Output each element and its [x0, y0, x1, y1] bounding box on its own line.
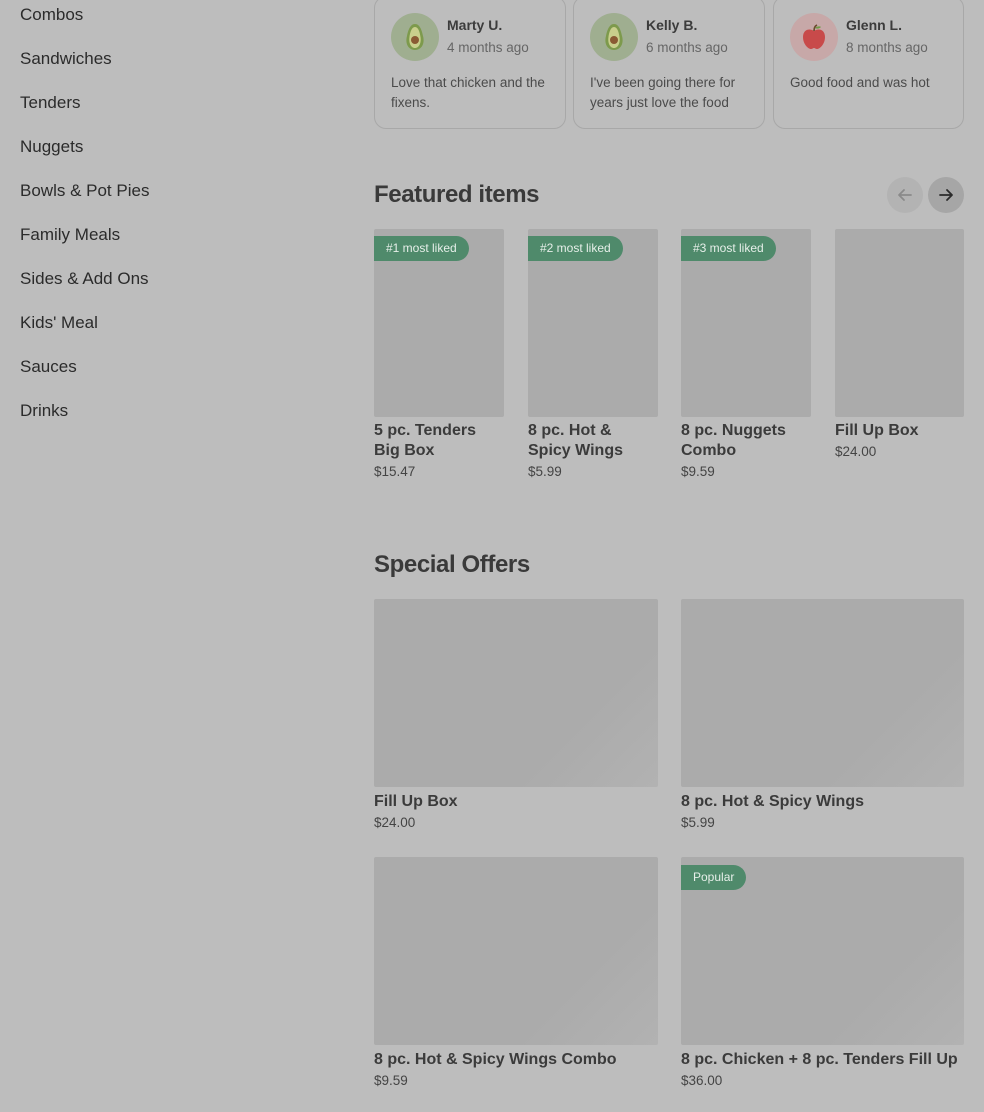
popular-badge: Popular	[681, 865, 747, 890]
review-text: Love that chicken and the fixens.	[391, 75, 545, 110]
item-price: $36.00	[681, 1073, 723, 1088]
reviewer-name: Glenn L.	[846, 17, 902, 33]
sidebar-item-sauces[interactable]: Sauces	[20, 357, 77, 377]
review-time: 4 months ago	[447, 40, 529, 55]
carousel-next-button[interactable]	[928, 177, 964, 213]
sidebar-item-drinks[interactable]: Drinks	[20, 401, 68, 421]
offer-item-card[interactable]: 8 pc. Hot & Spicy Wings Combo $9.59	[374, 857, 658, 1088]
apple-icon	[790, 13, 838, 61]
item-image	[374, 857, 658, 1045]
item-price: $9.59	[681, 464, 715, 479]
sidebar-item-sandwiches[interactable]: Sandwiches	[20, 49, 112, 69]
item-name: Fill Up Box	[835, 422, 919, 439]
featured-item-card[interactable]: #3 most liked 8 pc. Nuggets Combo $9.59	[681, 229, 811, 479]
sidebar-item-tenders[interactable]: Tenders	[20, 93, 80, 113]
item-image	[374, 599, 658, 787]
reviewer-name: Marty U.	[447, 17, 503, 33]
special-offers-title: Special Offers	[374, 551, 530, 578]
avocado-icon	[590, 13, 638, 61]
item-name: Fill Up Box	[374, 793, 458, 810]
review-text: I've been going there for years just lov…	[590, 75, 736, 110]
rank-badge: #3 most liked	[681, 236, 776, 261]
review-time: 6 months ago	[646, 40, 728, 55]
item-name: 8 pc. Chicken + 8 pc. Tenders Fill Up	[681, 1051, 958, 1068]
item-price: $9.59	[374, 1073, 408, 1088]
item-price: $5.99	[528, 464, 562, 479]
item-price: $24.00	[374, 815, 416, 830]
sidebar-item-sides-add-ons[interactable]: Sides & Add Ons	[20, 269, 149, 289]
review-time: 8 months ago	[846, 40, 928, 55]
review-card[interactable]: Glenn L. 8 months ago Good food and was …	[773, 0, 964, 129]
reviewer-name: Kelly B.	[646, 17, 698, 33]
arrow-left-icon	[898, 189, 912, 201]
sidebar-item-bowls-pot-pies[interactable]: Bowls & Pot Pies	[20, 181, 149, 201]
item-name: 5 pc. Tenders Big Box	[374, 422, 476, 459]
item-image	[681, 599, 964, 787]
category-sidebar: Combos Sandwiches Tenders Nuggets Bowls …	[0, 0, 340, 1112]
arrow-right-icon	[939, 189, 953, 201]
item-name: 8 pc. Hot & Spicy Wings Combo	[374, 1051, 617, 1068]
item-price: $5.99	[681, 815, 715, 830]
rank-badge: #2 most liked	[528, 236, 623, 261]
carousel-prev-button[interactable]	[887, 177, 923, 213]
avocado-icon	[391, 13, 439, 61]
item-name: 8 pc. Nuggets Combo	[681, 422, 786, 459]
featured-item-card[interactable]: #2 most liked 8 pc. Hot & Spicy Wings $5…	[528, 229, 658, 479]
review-card[interactable]: Marty U. 4 months ago Love that chicken …	[374, 0, 566, 129]
sidebar-item-kids-meal[interactable]: Kids' Meal	[20, 313, 98, 333]
item-price: $24.00	[835, 444, 877, 459]
sidebar-item-combos[interactable]: Combos	[20, 5, 83, 25]
featured-item-card[interactable]: Fill Up Box $24.00	[835, 229, 964, 459]
item-name: 8 pc. Hot & Spicy Wings	[681, 793, 864, 810]
offer-item-card[interactable]: Fill Up Box $24.00	[374, 599, 658, 830]
featured-items-title: Featured items	[374, 181, 540, 208]
item-image	[835, 229, 964, 417]
item-name: 8 pc. Hot & Spicy Wings	[528, 422, 623, 459]
rank-badge: #1 most liked	[374, 236, 469, 261]
offer-item-card[interactable]: 8 pc. Hot & Spicy Wings $5.99	[681, 599, 964, 830]
offer-item-card[interactable]: Popular 8 pc. Chicken + 8 pc. Tenders Fi…	[681, 857, 964, 1088]
sidebar-item-nuggets[interactable]: Nuggets	[20, 137, 83, 157]
featured-item-card[interactable]: #1 most liked 5 pc. Tenders Big Box $15.…	[374, 229, 504, 479]
item-price: $15.47	[374, 464, 416, 479]
review-card[interactable]: Kelly B. 6 months ago I've been going th…	[573, 0, 765, 129]
review-text: Good food and was hot	[790, 75, 930, 90]
sidebar-item-family-meals[interactable]: Family Meals	[20, 225, 120, 245]
